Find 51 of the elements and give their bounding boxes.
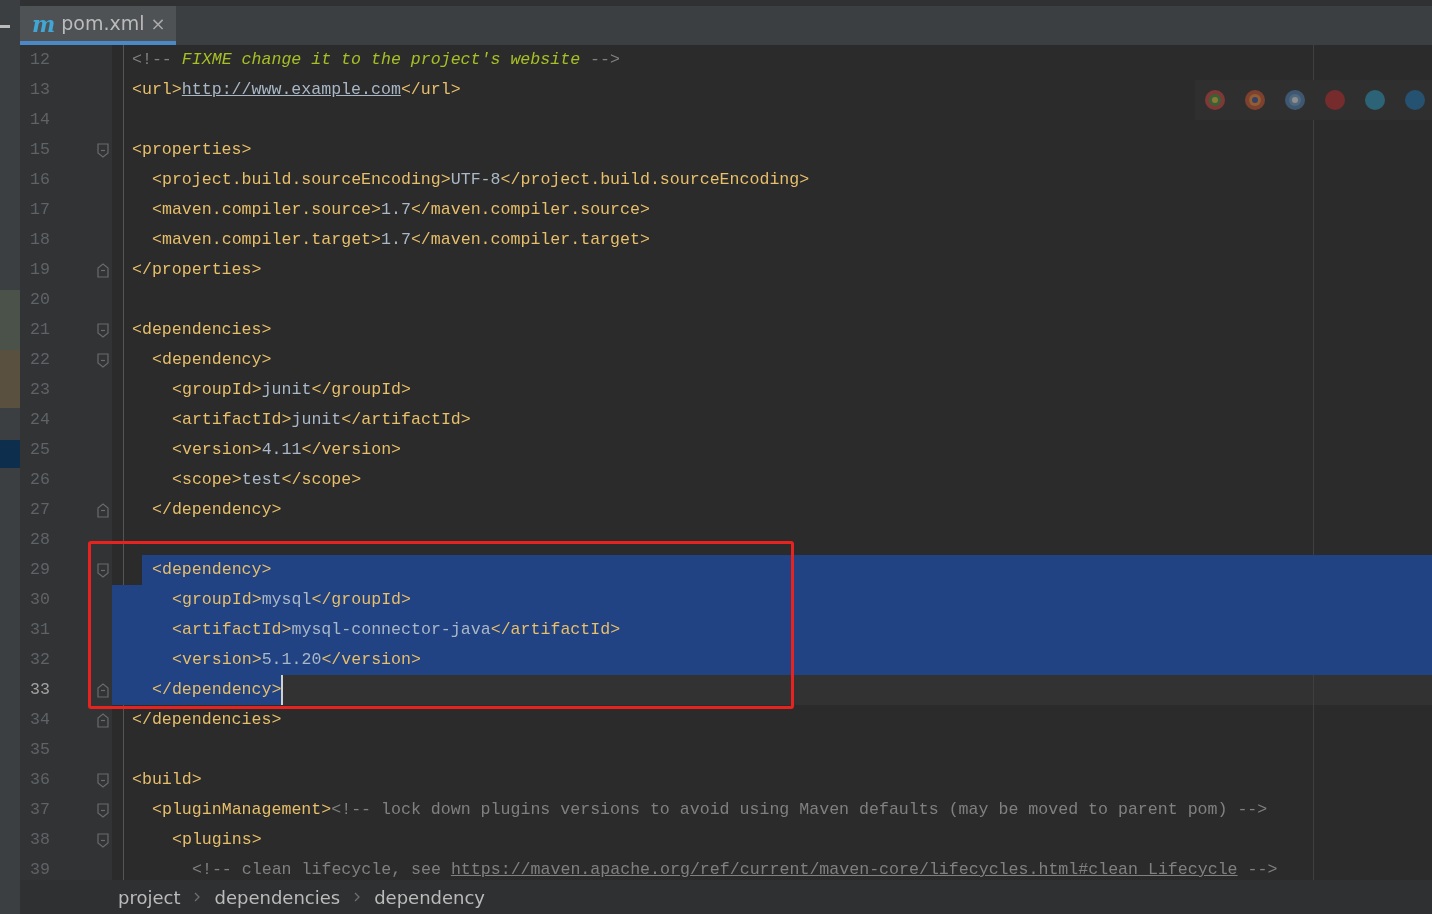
code-line: <properties> xyxy=(131,139,252,161)
minus-icon[interactable] xyxy=(0,25,10,29)
breadcrumb-item[interactable]: dependencies xyxy=(214,883,341,911)
code-line: <groupId>junit</groupId> xyxy=(171,379,411,401)
code-line: <groupId>mysql</groupId> xyxy=(171,589,411,611)
browser-icon[interactable] xyxy=(1364,89,1386,111)
file-tab[interactable]: m pom.xml × xyxy=(20,6,176,45)
breadcrumb-item[interactable]: project xyxy=(118,883,181,911)
code-line: <artifactId>junit</artifactId> xyxy=(171,409,471,431)
line-number: 33 xyxy=(30,678,50,701)
chevron-icon xyxy=(354,892,361,902)
code-line: <plugins> xyxy=(171,829,262,851)
code-line: <url>http://www.example.com</url> xyxy=(131,79,461,101)
code-line: <version>5.1.20</version> xyxy=(171,649,421,671)
fold-icon[interactable] xyxy=(97,683,109,698)
code-line: <maven.compiler.source>1.7</maven.compiler.source> xyxy=(151,199,650,221)
breadcrumb-item[interactable]: dependency xyxy=(374,883,486,911)
code-line: <version>4.11</version> xyxy=(171,439,402,461)
code-line: <!-- FIXME change it to the project's website --> xyxy=(131,49,620,71)
code-line: </dependencies> xyxy=(131,709,282,731)
code-line: </properties> xyxy=(131,259,262,281)
fold-icon[interactable] xyxy=(97,353,109,368)
fold-icon[interactable] xyxy=(97,263,109,278)
code-line: <dependency> xyxy=(151,559,272,581)
code-line: <dependencies> xyxy=(131,319,272,341)
code-line: <artifactId>mysql-connector-java</artifactId> xyxy=(171,619,621,641)
code-line: <pluginManagement><!-- lock down plugins versions to avoid using Maven defaults (may be moved to parent pom) --> xyxy=(151,799,1268,821)
code-line: <!-- clean lifecycle, see https://maven.apache.org/ref/current/maven-core/lifecycles.html#clean_Lifecycle --> xyxy=(191,859,1278,880)
fold-icon[interactable] xyxy=(97,833,109,848)
fold-icon[interactable] xyxy=(97,503,109,518)
browser-icon[interactable] xyxy=(1204,89,1226,111)
code-line: </dependency> xyxy=(151,499,282,521)
fold-icon[interactable] xyxy=(97,713,109,728)
browser-icon[interactable] xyxy=(1284,89,1306,111)
panel-block xyxy=(0,440,20,468)
chevron-icon xyxy=(194,892,201,902)
code-line: <project.build.sourceEncoding>UTF-8</project.build.sourceEncoding> xyxy=(151,169,810,191)
code-line: <build> xyxy=(131,769,202,791)
fold-icon[interactable] xyxy=(97,563,109,578)
fold-icon[interactable] xyxy=(97,143,109,158)
panel-block xyxy=(0,290,20,350)
code-line: <dependency> xyxy=(151,349,272,371)
fold-icon[interactable] xyxy=(97,323,109,338)
code-line: <scope>test</scope> xyxy=(171,469,362,491)
file-type-icon: m xyxy=(32,12,56,35)
fold-icon[interactable] xyxy=(97,773,109,788)
code-line: <maven.compiler.target>1.7</maven.compiler.target> xyxy=(151,229,650,251)
browser-icon[interactable] xyxy=(1244,89,1266,111)
tab-label: pom.xml xyxy=(61,11,145,37)
panel-block xyxy=(0,350,20,408)
fold-icon[interactable] xyxy=(97,803,109,818)
